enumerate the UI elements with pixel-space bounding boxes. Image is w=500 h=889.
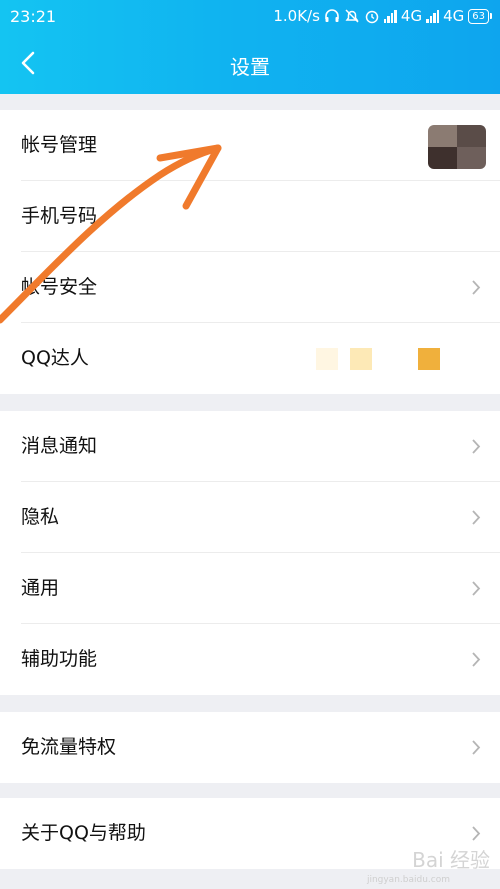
badge-icon — [350, 348, 372, 370]
chevron-right-icon — [472, 652, 481, 667]
chevron-right-icon — [472, 280, 481, 295]
alarm-icon — [365, 10, 379, 24]
account-group: 帐号管理 手机号码 帐号安全 QQ达人 — [0, 110, 500, 394]
network-type-2: 4G — [443, 7, 465, 25]
expert-badges — [316, 348, 440, 370]
row-account-management[interactable]: 帐号管理 — [0, 110, 500, 181]
badge-icon — [418, 348, 440, 370]
row-account-security[interactable]: 帐号安全 — [0, 252, 500, 323]
watermark: Bai 经验 — [412, 848, 490, 872]
row-label: 手机号码 — [21, 205, 98, 227]
badge-icon — [384, 348, 406, 370]
headphones-icon — [325, 9, 339, 22]
chevron-right-icon — [472, 510, 481, 525]
page-title: 设置 — [230, 55, 270, 79]
battery-icon: 63 — [468, 8, 492, 24]
general-group: 消息通知 隐私 通用 辅助功能 — [0, 411, 500, 695]
mute-icon — [345, 9, 359, 23]
row-label: 辅助功能 — [21, 648, 98, 670]
status-time: 23:21 — [10, 7, 57, 26]
avatar — [428, 125, 486, 169]
row-free-data[interactable]: 免流量特权 — [0, 712, 500, 783]
chevron-right-icon — [472, 439, 481, 454]
badge-icon — [316, 348, 338, 370]
row-notifications[interactable]: 消息通知 — [0, 411, 500, 482]
watermark-url: jingyan.baidu.com — [366, 875, 450, 885]
row-label: 关于QQ与帮助 — [21, 822, 146, 844]
battery-level: 63 — [468, 8, 489, 24]
row-label: 消息通知 — [21, 435, 98, 457]
status-icons: 1.0K/s 4G 4G 63 — [273, 7, 492, 25]
chevron-right-icon — [472, 740, 481, 755]
chevron-right-icon — [472, 581, 481, 596]
row-general[interactable]: 通用 — [0, 553, 500, 624]
row-label: 隐私 — [21, 506, 60, 528]
data-privilege-group: 免流量特权 — [0, 712, 500, 783]
row-qq-expert[interactable]: QQ达人 — [0, 323, 500, 394]
status-bar: 23:21 1.0K/s 4G 4G 63 — [0, 0, 500, 34]
network-speed: 1.0K/s — [273, 7, 320, 25]
signal-icon-2 — [426, 9, 440, 23]
row-label: 通用 — [21, 577, 60, 599]
network-type-1: 4G — [400, 7, 423, 25]
row-label: 帐号安全 — [21, 276, 98, 298]
row-phone-number[interactable]: 手机号码 — [0, 181, 500, 252]
title-bar: 设置 — [0, 34, 500, 94]
header: 23:21 1.0K/s 4G 4G 63 设置 — [0, 0, 500, 94]
row-label: 帐号管理 — [21, 134, 98, 156]
chevron-right-icon — [472, 826, 481, 841]
row-accessibility[interactable]: 辅助功能 — [0, 624, 500, 695]
row-label: 免流量特权 — [21, 736, 117, 758]
signal-icon — [383, 9, 397, 23]
row-privacy[interactable]: 隐私 — [0, 482, 500, 553]
row-label: QQ达人 — [21, 347, 89, 369]
